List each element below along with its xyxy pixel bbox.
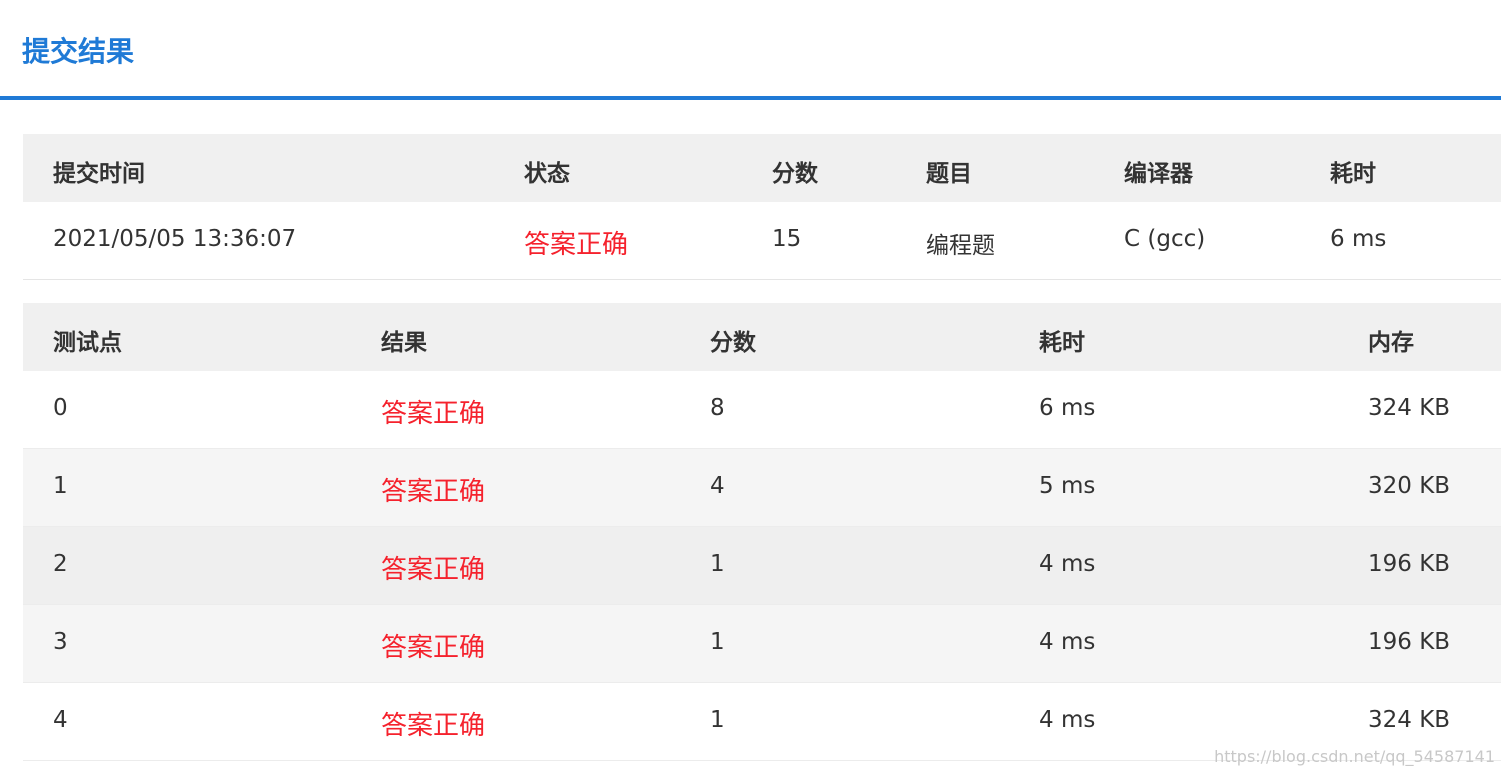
table-row: 0 答案正确 8 6 ms 324 KB [23,371,1501,449]
table-row: 3 答案正确 1 4 ms 196 KB [23,605,1501,683]
case-time: 5 ms [1039,473,1096,499]
case-id: 4 [53,707,68,733]
elapsed-value: 6 ms [1330,226,1387,252]
score-value: 15 [772,226,802,252]
problem-link[interactable]: 编程题 [926,226,995,260]
page-header: 提交结果 [0,0,1501,100]
case-time: 4 ms [1039,551,1096,577]
case-memory: 196 KB [1368,629,1451,655]
col-score: 分数 [772,161,818,187]
case-result: 答案正确 [381,711,486,741]
col-memory: 内存 [1368,330,1414,356]
page-title: 提交结果 [22,35,135,68]
case-score: 4 [710,473,725,499]
case-memory: 324 KB [1368,395,1451,421]
case-result: 答案正确 [381,555,486,585]
summary-row: 2021/05/05 13:36:07 答案正确 15 编程题 C (gcc) … [23,202,1501,280]
compiler-value: C (gcc) [1124,226,1206,252]
table-row: 1 答案正确 4 5 ms 320 KB [23,449,1501,527]
col-elapsed: 耗时 [1330,161,1376,187]
submission-summary-table: 提交时间 状态 分数 题目 编译器 耗时 2021/05/05 13:36:07… [23,134,1501,280]
watermark: https://blog.csdn.net/qq_54587141 [1214,747,1495,766]
case-result: 答案正确 [381,633,486,663]
case-id: 0 [53,395,68,421]
col-status: 状态 [524,161,570,187]
col-compiler: 编译器 [1124,161,1193,187]
col-result: 结果 [381,330,427,356]
case-memory: 196 KB [1368,551,1451,577]
col-problem: 题目 [926,161,972,187]
case-time: 4 ms [1039,629,1096,655]
case-memory: 320 KB [1368,473,1451,499]
case-id: 2 [53,551,68,577]
case-result: 答案正确 [381,399,486,429]
case-time: 6 ms [1039,395,1096,421]
case-id: 3 [53,629,68,655]
case-time: 4 ms [1039,707,1096,733]
col-submit-time: 提交时间 [53,161,145,187]
case-id: 1 [53,473,68,499]
case-score: 1 [710,707,725,733]
summary-header-row: 提交时间 状态 分数 题目 编译器 耗时 [23,134,1501,202]
col-case-time: 耗时 [1039,330,1085,356]
test-cases-table: 测试点 结果 分数 耗时 内存 0 答案正确 8 6 ms 324 KB 1 答… [23,303,1501,761]
case-memory: 324 KB [1368,707,1451,733]
cases-header-row: 测试点 结果 分数 耗时 内存 [23,303,1501,371]
case-score: 1 [710,629,725,655]
table-row: 2 答案正确 1 4 ms 196 KB [23,527,1501,605]
col-case-score: 分数 [710,330,756,356]
case-score: 1 [710,551,725,577]
submit-time: 2021/05/05 13:36:07 [53,226,297,252]
case-score: 8 [710,395,725,421]
status-badge[interactable]: 答案正确 [524,224,628,261]
case-result: 答案正确 [381,477,486,507]
col-case-id: 测试点 [53,330,122,356]
